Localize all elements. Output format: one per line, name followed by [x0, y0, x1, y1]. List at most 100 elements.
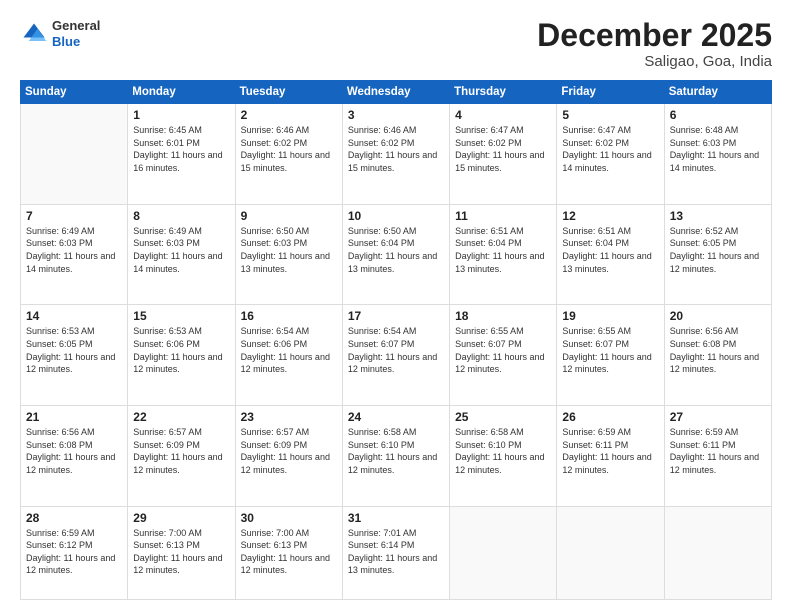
day-info: Sunrise: 6:49 AM Sunset: 6:03 PM Dayligh…: [26, 225, 122, 275]
day-number: 11: [455, 209, 551, 223]
day-info: Sunrise: 7:00 AM Sunset: 6:13 PM Dayligh…: [133, 527, 229, 577]
calendar-cell: 25 Sunrise: 6:58 AM Sunset: 6:10 PM Dayli…: [450, 406, 557, 507]
col-header-friday: Friday: [557, 81, 664, 104]
day-info: Sunrise: 6:51 AM Sunset: 6:04 PM Dayligh…: [455, 225, 551, 275]
day-info: Sunrise: 6:46 AM Sunset: 6:02 PM Dayligh…: [241, 124, 337, 174]
calendar-cell: 26Sunrise: 6:59 AM Sunset: 6:11 PM Dayli…: [557, 406, 664, 507]
day-number: 13: [670, 209, 766, 223]
calendar-cell: 7 Sunrise: 6:49 AM Sunset: 6:03 PM Daylig…: [21, 204, 128, 305]
calendar-cell: 27 Sunrise: 6:59 AM Sunset: 6:11 PM Dayli…: [664, 406, 771, 507]
calendar-cell: 14 Sunrise: 6:53 AM Sunset: 6:05 PM Dayli…: [21, 305, 128, 406]
day-info: Sunrise: 6:50 AM Sunset: 6:04 PM Dayligh…: [348, 225, 444, 275]
calendar-cell: 4 Sunrise: 6:47 AM Sunset: 6:02 PM Daylig…: [450, 104, 557, 205]
logo-icon: [20, 20, 48, 48]
calendar-cell: 6Sunrise: 6:48 AM Sunset: 6:03 PM Daylig…: [664, 104, 771, 205]
calendar-cell: 2 Sunrise: 6:46 AM Sunset: 6:02 PM Daylig…: [235, 104, 342, 205]
col-header-sunday: Sunday: [21, 81, 128, 104]
day-info: Sunrise: 6:54 AM Sunset: 6:07 PM Dayligh…: [348, 325, 444, 375]
calendar-cell: 20 Sunrise: 6:56 AM Sunset: 6:08 PM Dayli…: [664, 305, 771, 406]
day-number: 8: [133, 209, 229, 223]
title-block: December 2025 Saligao, Goa, India: [537, 18, 772, 70]
calendar-cell: 13 Sunrise: 6:52 AM Sunset: 6:05 PM Dayli…: [664, 204, 771, 305]
day-info: Sunrise: 6:46 AM Sunset: 6:02 PM Dayligh…: [348, 124, 444, 174]
calendar-header-row: SundayMondayTuesdayWednesdayThursdayFrid…: [21, 81, 772, 104]
day-number: 23: [241, 410, 337, 424]
day-number: 18: [455, 309, 551, 323]
calendar-cell: 19Sunrise: 6:55 AM Sunset: 6:07 PM Dayli…: [557, 305, 664, 406]
day-number: 14: [26, 309, 122, 323]
day-info: Sunrise: 6:53 AM Sunset: 6:06 PM Dayligh…: [133, 325, 229, 375]
day-number: 16: [241, 309, 337, 323]
day-info: Sunrise: 6:55 AM Sunset: 6:07 PM Dayligh…: [455, 325, 551, 375]
day-info: Sunrise: 6:47 AM Sunset: 6:02 PM Dayligh…: [562, 124, 658, 174]
day-number: 12: [562, 209, 658, 223]
calendar-cell: 16 Sunrise: 6:54 AM Sunset: 6:06 PM Dayli…: [235, 305, 342, 406]
day-info: Sunrise: 6:49 AM Sunset: 6:03 PM Dayligh…: [133, 225, 229, 275]
calendar-cell: [21, 104, 128, 205]
logo-blue: Blue: [52, 34, 100, 50]
logo-general: General: [52, 18, 100, 34]
col-header-thursday: Thursday: [450, 81, 557, 104]
month-title: December 2025: [537, 18, 772, 53]
calendar-week-1: 7 Sunrise: 6:49 AM Sunset: 6:03 PM Daylig…: [21, 204, 772, 305]
day-number: 7: [26, 209, 122, 223]
day-number: 21: [26, 410, 122, 424]
day-number: 1: [133, 108, 229, 122]
day-info: Sunrise: 6:58 AM Sunset: 6:10 PM Dayligh…: [348, 426, 444, 476]
calendar-cell: 21 Sunrise: 6:56 AM Sunset: 6:08 PM Dayli…: [21, 406, 128, 507]
day-number: 25: [455, 410, 551, 424]
day-info: Sunrise: 6:45 AM Sunset: 6:01 PM Dayligh…: [133, 124, 229, 174]
day-number: 15: [133, 309, 229, 323]
day-info: Sunrise: 6:57 AM Sunset: 6:09 PM Dayligh…: [133, 426, 229, 476]
col-header-wednesday: Wednesday: [342, 81, 449, 104]
day-info: Sunrise: 6:52 AM Sunset: 6:05 PM Dayligh…: [670, 225, 766, 275]
day-number: 2: [241, 108, 337, 122]
day-number: 26: [562, 410, 658, 424]
day-info: Sunrise: 6:58 AM Sunset: 6:10 PM Dayligh…: [455, 426, 551, 476]
day-number: 20: [670, 309, 766, 323]
day-number: 31: [348, 511, 444, 525]
day-info: Sunrise: 6:47 AM Sunset: 6:02 PM Dayligh…: [455, 124, 551, 174]
calendar-week-0: 1 Sunrise: 6:45 AM Sunset: 6:01 PM Daylig…: [21, 104, 772, 205]
location: Saligao, Goa, India: [537, 53, 772, 70]
calendar-cell: 15 Sunrise: 6:53 AM Sunset: 6:06 PM Dayli…: [128, 305, 235, 406]
day-info: Sunrise: 6:59 AM Sunset: 6:11 PM Dayligh…: [670, 426, 766, 476]
day-number: 27: [670, 410, 766, 424]
calendar-cell: 30Sunrise: 7:00 AM Sunset: 6:13 PM Dayli…: [235, 506, 342, 599]
day-info: Sunrise: 7:01 AM Sunset: 6:14 PM Dayligh…: [348, 527, 444, 577]
day-info: Sunrise: 6:56 AM Sunset: 6:08 PM Dayligh…: [26, 426, 122, 476]
day-number: 19: [562, 309, 658, 323]
calendar-cell: 29 Sunrise: 7:00 AM Sunset: 6:13 PM Dayli…: [128, 506, 235, 599]
calendar-cell: [450, 506, 557, 599]
day-info: Sunrise: 6:54 AM Sunset: 6:06 PM Dayligh…: [241, 325, 337, 375]
col-header-saturday: Saturday: [664, 81, 771, 104]
calendar-cell: [664, 506, 771, 599]
calendar-cell: 31 Sunrise: 7:01 AM Sunset: 6:14 PM Dayli…: [342, 506, 449, 599]
day-info: Sunrise: 6:51 AM Sunset: 6:04 PM Dayligh…: [562, 225, 658, 275]
header: General Blue December 2025 Saligao, Goa,…: [20, 18, 772, 70]
calendar-cell: 18 Sunrise: 6:55 AM Sunset: 6:07 PM Dayli…: [450, 305, 557, 406]
day-number: 4: [455, 108, 551, 122]
day-info: Sunrise: 6:53 AM Sunset: 6:05 PM Dayligh…: [26, 325, 122, 375]
day-info: Sunrise: 6:50 AM Sunset: 6:03 PM Dayligh…: [241, 225, 337, 275]
calendar-cell: 1 Sunrise: 6:45 AM Sunset: 6:01 PM Daylig…: [128, 104, 235, 205]
day-number: 24: [348, 410, 444, 424]
calendar-cell: [557, 506, 664, 599]
day-info: Sunrise: 6:56 AM Sunset: 6:08 PM Dayligh…: [670, 325, 766, 375]
calendar-cell: 23 Sunrise: 6:57 AM Sunset: 6:09 PM Dayli…: [235, 406, 342, 507]
logo: General Blue: [20, 18, 100, 49]
calendar-cell: 12 Sunrise: 6:51 AM Sunset: 6:04 PM Dayli…: [557, 204, 664, 305]
day-number: 22: [133, 410, 229, 424]
calendar-week-3: 21 Sunrise: 6:56 AM Sunset: 6:08 PM Dayli…: [21, 406, 772, 507]
calendar-cell: 11 Sunrise: 6:51 AM Sunset: 6:04 PM Dayli…: [450, 204, 557, 305]
col-header-tuesday: Tuesday: [235, 81, 342, 104]
day-info: Sunrise: 6:59 AM Sunset: 6:12 PM Dayligh…: [26, 527, 122, 577]
day-number: 3: [348, 108, 444, 122]
page: General Blue December 2025 Saligao, Goa,…: [0, 0, 792, 612]
logo-text: General Blue: [52, 18, 100, 49]
day-number: 29: [133, 511, 229, 525]
day-number: 28: [26, 511, 122, 525]
calendar-cell: 3 Sunrise: 6:46 AM Sunset: 6:02 PM Daylig…: [342, 104, 449, 205]
calendar-cell: 10Sunrise: 6:50 AM Sunset: 6:04 PM Dayli…: [342, 204, 449, 305]
day-info: Sunrise: 6:57 AM Sunset: 6:09 PM Dayligh…: [241, 426, 337, 476]
